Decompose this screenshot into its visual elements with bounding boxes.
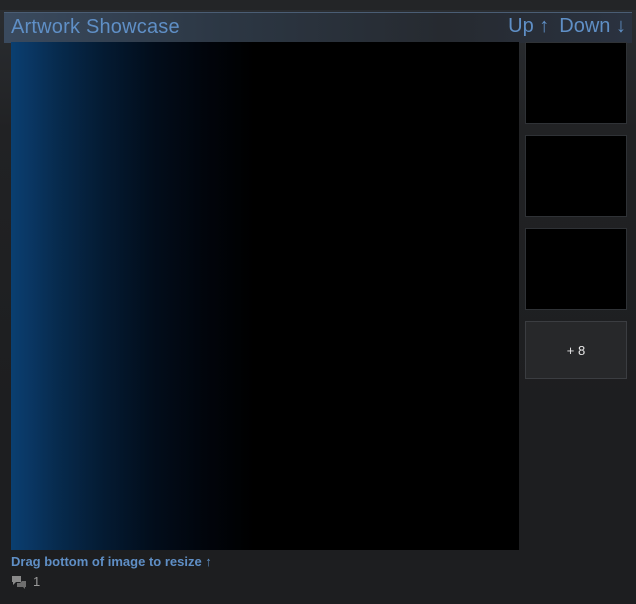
artwork-thumbnail-3[interactable]	[525, 228, 627, 310]
move-down-button[interactable]: Down ↓	[559, 15, 626, 38]
reorder-controls: Up ↑ Down ↓	[508, 15, 626, 38]
resize-hint: Drag bottom of image to resize ↑	[11, 554, 212, 569]
artwork-thumbnail-1[interactable]	[525, 42, 627, 124]
move-up-button[interactable]: Up ↑	[508, 15, 549, 38]
showcase-header: Artwork Showcase Up ↑ Down ↓	[4, 12, 632, 43]
showcase-title: Artwork Showcase	[11, 16, 180, 38]
artwork-thumbnail-2[interactable]	[525, 135, 627, 217]
featured-artwork-image[interactable]	[11, 42, 519, 550]
comment-count: 1	[33, 574, 41, 589]
more-artwork-button[interactable]: + 8	[525, 321, 627, 379]
comment-bubbles-icon	[11, 575, 27, 589]
comment-count-link[interactable]: 1	[11, 574, 40, 589]
